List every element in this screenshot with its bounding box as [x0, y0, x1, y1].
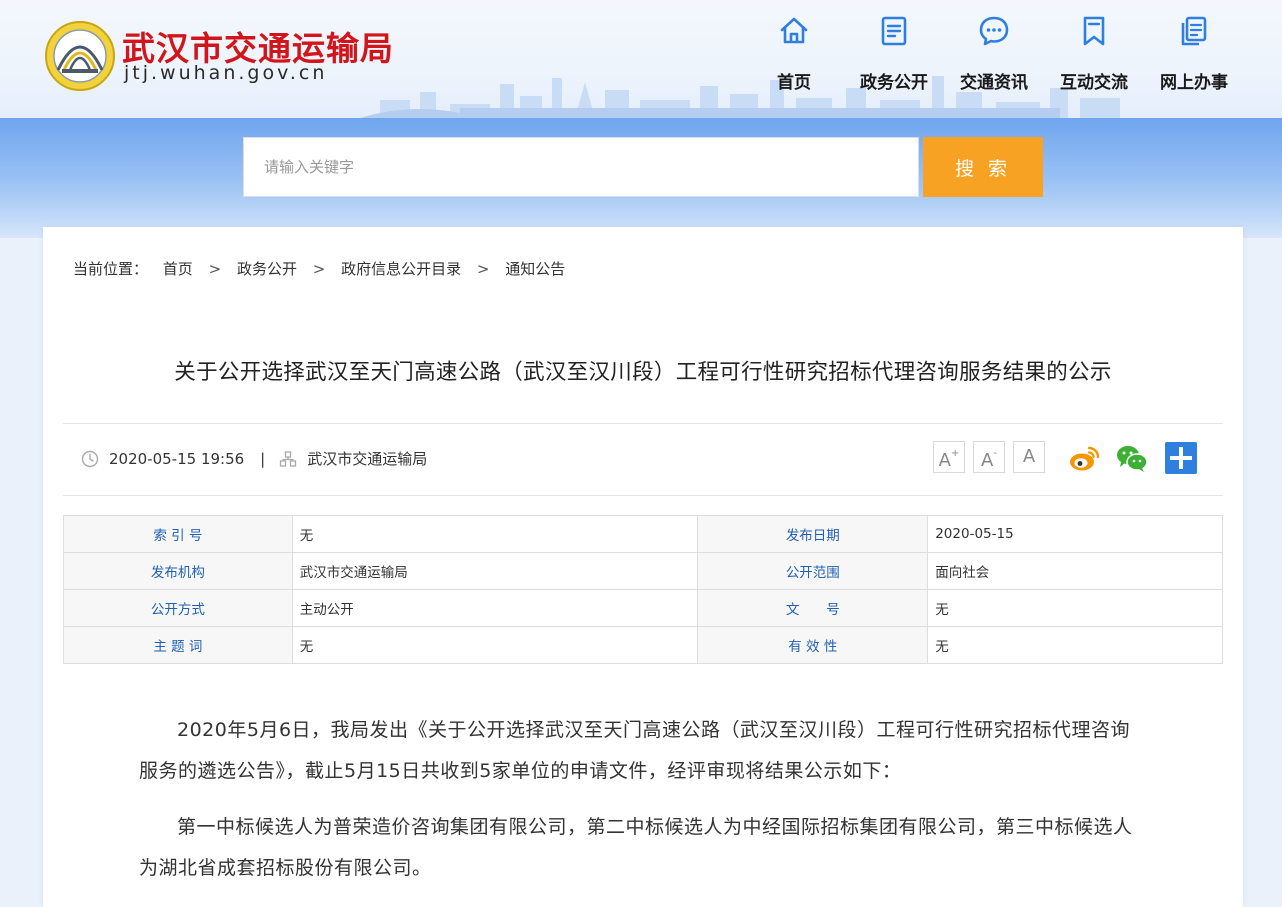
font-increase-button[interactable]: A+ — [933, 441, 965, 473]
publisher-name: 武汉市交通运输局 — [307, 450, 428, 468]
nav-label: 首页 — [777, 73, 811, 93]
meta-divider — [63, 495, 1223, 496]
nav-item-traffic-news[interactable]: 交通资讯 — [944, 14, 1044, 98]
breadcrumb-separator: > — [476, 260, 490, 278]
info-key: 主 题 词 — [63, 626, 293, 664]
breadcrumb-notices[interactable]: 通知公告 — [505, 258, 565, 279]
info-value: 主动公开 — [291, 589, 699, 627]
article-paragraph: 2020年5月6日，我局发出《关于公开选择武汉至天门高速公路（武汉至汉川段）工程… — [139, 719, 1131, 782]
breadcrumb: 当前位置： 首页 > 政务公开 > 政府信息公开目录 > 通知公告 — [73, 258, 565, 279]
nav-item-interaction[interactable]: 互动交流 — [1044, 14, 1144, 98]
info-value: 无 — [291, 515, 699, 553]
table-row: 发布机构 武汉市交通运输局 公开范围 面向社会 — [63, 552, 1223, 590]
site-header: 武汉市交通运输局 jtj.wuhan.gov.cn 首页 政务公开 交通资讯 互… — [0, 0, 1282, 118]
nav-label: 交通资讯 — [960, 73, 1028, 93]
article-title: 关于公开选择武汉至天门高速公路（武汉至汉川段）工程可行性研究招标代理咨询服务结果… — [174, 360, 1112, 385]
search-input[interactable] — [243, 137, 919, 197]
home-icon — [780, 17, 808, 44]
chat-bubble-icon — [979, 16, 1009, 46]
font-reset-button[interactable]: A — [1013, 441, 1045, 473]
nav-label: 互动交流 — [1060, 73, 1128, 93]
document-icon — [881, 16, 907, 46]
font-decrease-button[interactable]: A- — [973, 441, 1005, 473]
info-value: 无 — [927, 626, 1223, 664]
nav-label: 网上办事 — [1160, 73, 1228, 93]
info-key: 发布机构 — [63, 552, 293, 590]
info-key: 公开方式 — [63, 589, 293, 627]
article-body: 2020年5月6日，我局发出《关于公开选择武汉至天门高速公路（武汉至汉川段）工程… — [139, 710, 1149, 904]
breadcrumb-separator: > — [312, 260, 326, 278]
info-key: 有 效 性 — [697, 626, 929, 664]
info-value: 无 — [927, 589, 1223, 627]
search-button[interactable]: 搜 索 — [923, 137, 1043, 197]
wechat-icon[interactable] — [1115, 441, 1149, 475]
nav-item-home[interactable]: 首页 — [744, 14, 844, 98]
info-value: 面向社会 — [927, 552, 1223, 590]
info-key: 公开范围 — [697, 552, 929, 590]
title-divider — [63, 423, 1223, 424]
meta-separator: | — [260, 449, 266, 468]
article-meta: 2020-05-15 19:56 | 武汉市交通运输局 — [81, 448, 427, 469]
nav-item-government-affairs[interactable]: 政务公开 — [844, 14, 944, 98]
table-row: 主 题 词 无 有 效 性 无 — [63, 626, 1223, 664]
document-info-table: 索 引 号 无 发布日期 2020-05-15 发布机构 武汉市交通运输局 公开… — [63, 515, 1223, 664]
info-key: 文 号 — [697, 589, 929, 627]
table-row: 索 引 号 无 发布日期 2020-05-15 — [63, 515, 1223, 553]
breadcrumb-prefix: 当前位置： — [73, 260, 149, 278]
info-value: 武汉市交通运输局 — [291, 552, 699, 590]
organization-icon — [280, 450, 297, 467]
copy-document-icon — [1181, 16, 1207, 46]
nav-label: 政务公开 — [860, 73, 928, 93]
clock-icon — [81, 450, 99, 467]
weibo-icon[interactable] — [1067, 441, 1101, 475]
breadcrumb-home[interactable]: 首页 — [163, 258, 193, 279]
info-key: 发布日期 — [697, 515, 929, 553]
info-value: 2020-05-15 — [927, 515, 1223, 553]
breadcrumb-info-catalog[interactable]: 政府信息公开目录 — [341, 258, 461, 279]
publish-datetime: 2020-05-15 19:56 — [109, 449, 245, 468]
site-domain: jtj.wuhan.gov.cn — [124, 62, 328, 84]
more-share-icon[interactable] — [1164, 441, 1198, 475]
article-paragraph: 第一中标候选人为普荣造价咨询集团有限公司，第二中标候选人为中经国际招标集团有限公… — [139, 816, 1133, 879]
info-value: 无 — [291, 626, 699, 664]
article-card: 当前位置： 首页 > 政务公开 > 政府信息公开目录 > 通知公告 关于公开选择… — [43, 227, 1243, 907]
breadcrumb-government-affairs[interactable]: 政务公开 — [237, 258, 297, 279]
bookmark-icon — [1083, 16, 1105, 46]
breadcrumb-separator: > — [208, 260, 222, 278]
info-key: 索 引 号 — [63, 515, 293, 553]
table-row: 公开方式 主动公开 文 号 无 — [63, 589, 1223, 627]
site-emblem-icon — [45, 21, 115, 91]
nav-item-online-services[interactable]: 网上办事 — [1144, 14, 1244, 98]
